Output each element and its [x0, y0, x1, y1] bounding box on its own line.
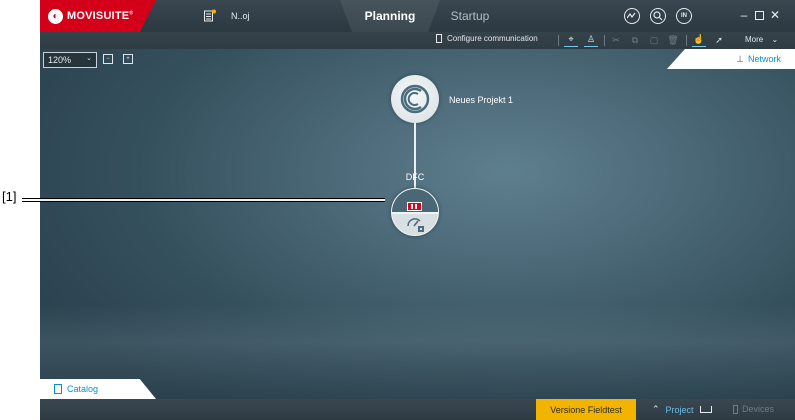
device-icon — [733, 404, 738, 414]
project-node[interactable] — [391, 75, 439, 123]
network-icon: ⊥ — [736, 53, 744, 64]
callout-line — [22, 198, 385, 202]
app-logo: ◐ MOVISUITE® — [40, 0, 156, 32]
project-logo-icon — [400, 84, 430, 114]
configure-label: Configure communication — [447, 34, 538, 43]
project-name[interactable]: N..oj — [231, 11, 250, 21]
movisuite-window: ◐ MOVISUITE® N..oj Planning Startup IN –… — [40, 0, 795, 420]
project-file-icon[interactable] — [204, 9, 216, 22]
diagnostics-gauge-icon[interactable] — [406, 216, 426, 233]
devices-status-label: Devices — [742, 404, 775, 414]
cut-icon[interactable]: ✂ — [609, 33, 623, 47]
catalog-icon — [54, 384, 62, 394]
network-tab[interactable]: ⊥ Network — [667, 49, 795, 69]
configure-communication-button[interactable]: Configure communication — [436, 34, 538, 43]
network-tab-label: Network — [747, 54, 781, 64]
chart-icon[interactable] — [624, 8, 640, 24]
toolbar: Configure communication ⌖ ♙ ✂ ⧉ ▢ 🗑 ☝ ➚ … — [40, 32, 795, 49]
toolbar-divider — [604, 35, 605, 46]
cursor-icon[interactable]: ➚ — [712, 33, 726, 47]
device-node-divider — [392, 212, 438, 214]
hand-pointer-icon[interactable]: ☝ — [692, 33, 706, 47]
canvas-haze — [40, 304, 795, 399]
project-panel-toggle[interactable]: ⌃ Project — [652, 404, 712, 415]
maximize-icon[interactable] — [752, 7, 766, 23]
chevron-down-icon: ⌄ — [86, 55, 92, 62]
status-bar: Versione Fieldtest ⌃ Project Devices — [40, 399, 795, 420]
delete-icon[interactable]: 🗑 — [666, 33, 680, 47]
copy-icon[interactable]: ⧉ — [628, 33, 642, 47]
callout-label: [1] — [2, 189, 17, 204]
network-canvas[interactable]: 120% ⌄ − + ⊥ Network Neues Projekt 1 DFC — [40, 49, 795, 399]
catalog-tab[interactable]: Catalog — [40, 379, 156, 399]
close-icon[interactable]: ✕ — [768, 7, 782, 23]
online-button[interactable]: IN — [676, 8, 692, 24]
toolbar-divider — [558, 35, 559, 46]
device-node-label: DFC — [405, 172, 425, 182]
chevron-down-icon: ⌄ — [771, 35, 779, 44]
zoom-fit-icon[interactable]: + — [123, 54, 133, 64]
chevron-up-icon: ⌃ — [652, 404, 660, 414]
topology-icon[interactable]: ⌖ — [564, 33, 578, 47]
devices-panel-toggle[interactable]: Devices — [733, 404, 774, 414]
more-menu-button[interactable]: More ⌄ — [745, 35, 778, 44]
user-icon[interactable]: ♙ — [584, 33, 598, 47]
title-bar: ◐ MOVISUITE® N..oj Planning Startup IN –… — [40, 0, 795, 32]
configure-icon — [436, 34, 442, 43]
logo-icon: ◐ — [48, 8, 63, 24]
project-status-label: Project — [665, 404, 694, 415]
app-name: MOVISUITE® — [67, 10, 134, 22]
tab-startup[interactable]: Startup — [425, 0, 515, 32]
catalog-tab-label: Catalog — [67, 384, 99, 394]
more-label: More — [745, 35, 764, 44]
minimize-icon[interactable]: – — [737, 7, 751, 23]
dfc-device-node[interactable] — [391, 188, 439, 236]
zoom-select[interactable]: 120% ⌄ — [43, 52, 97, 68]
zoom-out-icon[interactable]: − — [103, 54, 113, 64]
version-badge: Versione Fieldtest — [536, 399, 636, 420]
paste-icon[interactable]: ▢ — [647, 33, 661, 47]
project-tray-icon — [699, 406, 712, 413]
search-device-icon[interactable] — [650, 8, 666, 24]
project-node-label: Neues Projekt 1 — [449, 95, 514, 105]
toolbar-divider — [686, 35, 687, 46]
device-chip-icon[interactable] — [407, 202, 422, 211]
zoom-value: 120% — [48, 55, 72, 65]
